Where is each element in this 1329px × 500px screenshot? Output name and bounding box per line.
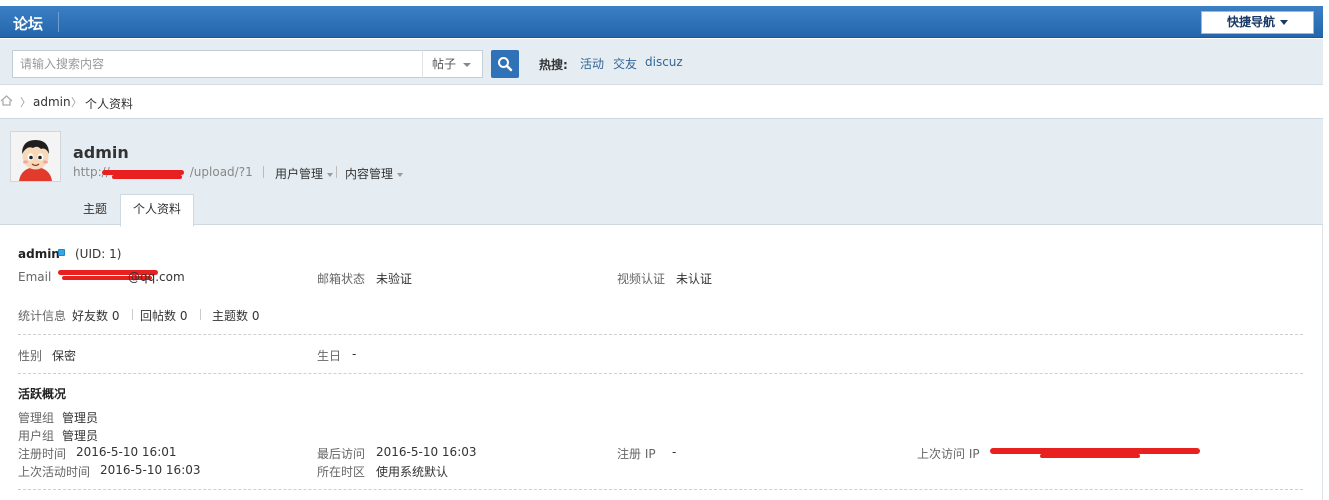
last-ip-label: 上次访问 IP bbox=[917, 447, 980, 461]
friends-link[interactable]: 好友数 0 bbox=[72, 307, 119, 324]
chevron-down-icon bbox=[1280, 20, 1288, 25]
threads-label: 主题数 bbox=[212, 309, 249, 323]
stats-divider bbox=[200, 309, 201, 320]
breadcrumb-item-admin[interactable]: admin bbox=[33, 95, 71, 109]
last-active-value: 2016-5-10 16:03 bbox=[100, 463, 201, 477]
quick-nav-label: 快捷导航 bbox=[1226, 15, 1275, 29]
chevron-down-icon bbox=[327, 172, 334, 177]
menu-divider bbox=[336, 166, 337, 178]
admin-group-label: 管理组 bbox=[18, 411, 55, 425]
hot-link-activity[interactable]: 活动 bbox=[580, 55, 604, 72]
chevron-down-icon bbox=[463, 63, 471, 67]
profile-url-end: /upload/?1 bbox=[189, 165, 253, 179]
search-type-select[interactable]: 帖子 bbox=[422, 50, 483, 78]
gender-value: 保密 bbox=[52, 349, 77, 363]
search-icon bbox=[498, 57, 513, 72]
content-management-label: 内容管理 bbox=[345, 167, 394, 181]
hot-link-discuz[interactable]: discuz bbox=[645, 55, 683, 69]
avatar[interactable] bbox=[10, 131, 61, 182]
section-divider bbox=[18, 334, 1303, 335]
section-divider bbox=[18, 489, 1303, 490]
replies-link[interactable]: 回帖数 0 bbox=[140, 307, 187, 324]
reg-ip-label: 注册 IP bbox=[617, 447, 656, 461]
online-status-icon bbox=[58, 249, 65, 256]
replies-label: 回帖数 bbox=[140, 309, 177, 323]
birthday-value: - bbox=[352, 347, 357, 361]
gender-label: 性别 bbox=[18, 349, 43, 363]
threads-link[interactable]: 主题数 0 bbox=[212, 307, 259, 324]
avatar-image bbox=[11, 132, 60, 181]
quick-nav-button[interactable]: 快捷导航 bbox=[1201, 11, 1314, 34]
site-brand[interactable]: 论坛 bbox=[13, 13, 43, 34]
user-management-label: 用户管理 bbox=[275, 167, 324, 181]
hot-search-label: 热搜: bbox=[539, 58, 568, 72]
email-status-label: 邮箱状态 bbox=[317, 272, 366, 286]
menu-divider bbox=[263, 166, 264, 178]
chevron-down-icon bbox=[397, 172, 404, 177]
video-auth-label: 视频认证 bbox=[617, 272, 666, 286]
friends-count: 0 bbox=[111, 309, 120, 323]
redaction-mark bbox=[112, 175, 182, 179]
top-navbar: 论坛 快捷导航 bbox=[0, 6, 1323, 38]
user-group-link[interactable]: 管理员 bbox=[62, 427, 98, 444]
reg-ip-value: - bbox=[672, 445, 677, 459]
timezone-value: 使用系统默认 bbox=[376, 465, 449, 479]
section-divider bbox=[18, 373, 1303, 374]
tab-threads[interactable]: 主题 bbox=[70, 195, 120, 226]
timezone-label: 所在时区 bbox=[317, 465, 366, 479]
reg-time-label: 注册时间 bbox=[18, 447, 67, 461]
admin-group-link[interactable]: 管理员 bbox=[62, 409, 98, 426]
birthday-label: 生日 bbox=[317, 349, 342, 363]
content-management-menu[interactable]: 内容管理 bbox=[345, 165, 404, 182]
reg-time-value: 2016-5-10 16:01 bbox=[76, 445, 177, 459]
info-uid: (UID: 1) bbox=[75, 247, 122, 261]
email-label: Email bbox=[18, 270, 52, 284]
user-group-label: 用户组 bbox=[18, 429, 55, 443]
profile-header: admin http:///upload/?1 用户管理 内容管理 主题 个人资… bbox=[0, 118, 1323, 227]
last-visit-value: 2016-5-10 16:03 bbox=[376, 445, 477, 459]
content-border bbox=[1322, 225, 1323, 500]
search-type-label: 帖子 bbox=[432, 57, 457, 71]
profile-username: admin bbox=[73, 143, 129, 162]
tab-profile[interactable]: 个人资料 bbox=[120, 194, 194, 227]
email-status-value: 未验证 bbox=[376, 272, 413, 286]
info-username: admin bbox=[18, 247, 60, 261]
stats-divider bbox=[132, 309, 133, 320]
hot-link-friends[interactable]: 交友 bbox=[613, 55, 637, 72]
video-auth-value: 未认证 bbox=[676, 272, 713, 286]
breadcrumb-separator: 〉 bbox=[20, 96, 31, 109]
activity-title: 活跃概况 bbox=[18, 387, 67, 401]
threads-count: 0 bbox=[251, 309, 260, 323]
email-value: @qq.com bbox=[128, 270, 185, 284]
home-icon[interactable] bbox=[0, 95, 13, 106]
user-management-menu[interactable]: 用户管理 bbox=[275, 165, 334, 182]
breadcrumb-item-profile: 个人资料 bbox=[85, 97, 134, 111]
brand-divider bbox=[58, 12, 59, 32]
search-button[interactable] bbox=[491, 50, 519, 78]
last-visit-label: 最后访问 bbox=[317, 447, 366, 461]
replies-count: 0 bbox=[179, 309, 188, 323]
stats-label: 统计信息 bbox=[18, 309, 67, 323]
last-active-label: 上次活动时间 bbox=[18, 465, 91, 479]
search-input[interactable] bbox=[12, 50, 423, 78]
friends-label: 好友数 bbox=[72, 309, 109, 323]
redaction-mark bbox=[1040, 454, 1140, 458]
breadcrumb-separator: 〉 bbox=[71, 96, 82, 109]
